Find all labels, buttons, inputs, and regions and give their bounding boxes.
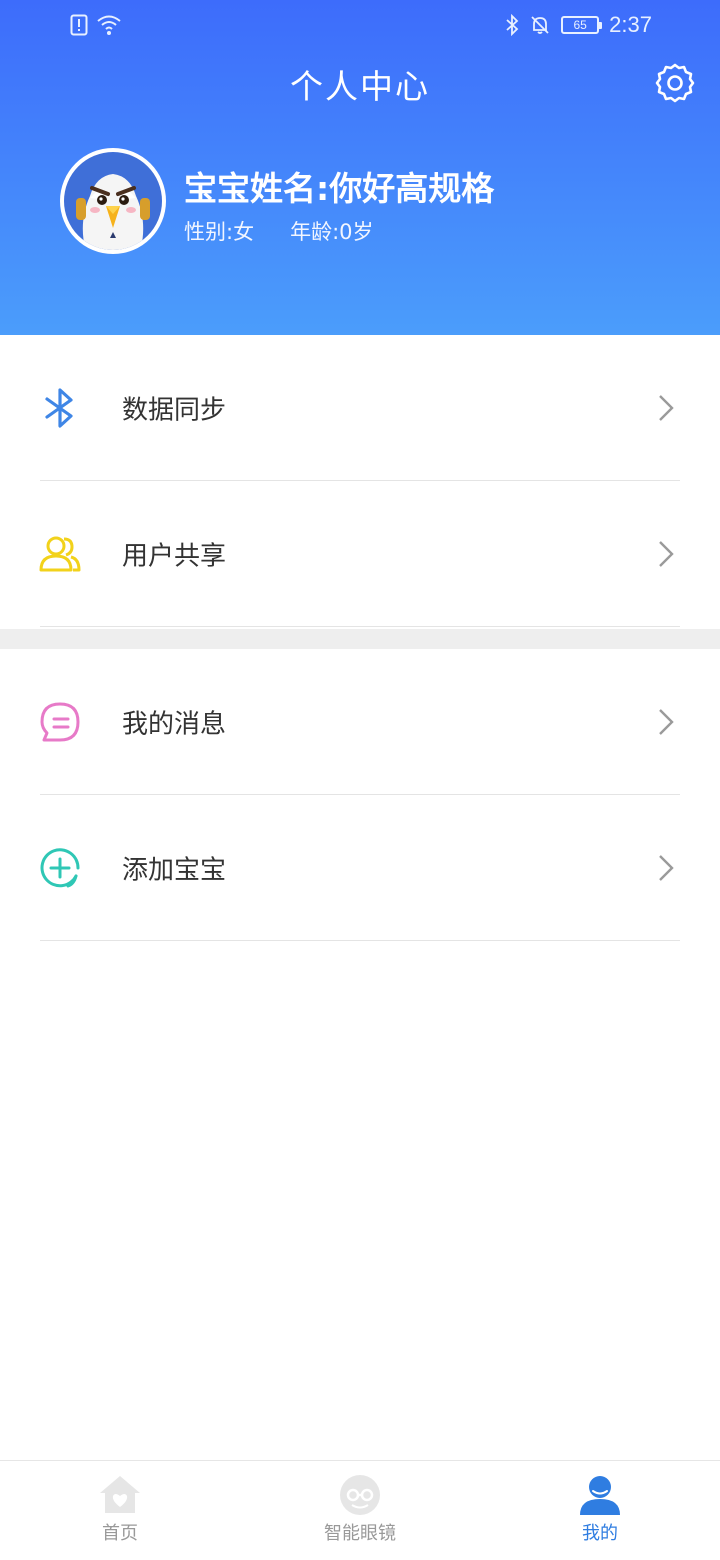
baby-age: 年龄:0岁 bbox=[290, 220, 374, 244]
menu-label-add-baby: 添加宝宝 bbox=[122, 855, 227, 886]
tab-label-home: 首页 bbox=[102, 1523, 138, 1544]
tab-mine[interactable]: 我的 bbox=[480, 1461, 720, 1560]
sim-alert-icon bbox=[70, 14, 88, 36]
profile-screen: 65 2:37 个人中心 宝宝姓名:你好高规格 性别:女 年龄:0岁 数据同步 … bbox=[0, 0, 720, 1560]
glasses-icon bbox=[340, 1475, 380, 1515]
gear-icon[interactable] bbox=[654, 62, 696, 104]
users-icon bbox=[39, 536, 81, 572]
status-bar: 65 2:37 bbox=[0, 0, 720, 56]
section-separator bbox=[0, 629, 720, 649]
baby-meta: 性别:女 年龄:0岁 bbox=[184, 216, 374, 246]
battery-icon: 65 bbox=[561, 16, 603, 34]
baby-gender: 性别:女 bbox=[184, 220, 255, 244]
home-icon bbox=[100, 1476, 140, 1513]
chevron-right-icon bbox=[659, 855, 674, 881]
menu-label-data-sync: 数据同步 bbox=[122, 395, 227, 426]
avatar[interactable] bbox=[60, 148, 166, 254]
menu-item-user-share[interactable]: 用户共享 bbox=[0, 481, 720, 627]
chevron-right-icon bbox=[659, 709, 674, 735]
chevron-right-icon bbox=[659, 395, 674, 421]
baby-name: 宝宝姓名:你好高规格 bbox=[184, 169, 495, 208]
bluetooth-icon bbox=[506, 14, 519, 36]
bell-off-icon bbox=[531, 16, 549, 34]
menu-item-data-sync[interactable]: 数据同步 bbox=[0, 335, 720, 481]
menu-item-add-baby[interactable]: 添加宝宝 bbox=[0, 795, 720, 941]
tab-label-mine: 我的 bbox=[582, 1523, 618, 1544]
menu-group-device: 数据同步 用户共享 bbox=[0, 335, 720, 627]
divider bbox=[40, 940, 680, 941]
divider bbox=[40, 626, 680, 627]
menu-label-user-share: 用户共享 bbox=[122, 541, 227, 572]
wifi-icon bbox=[97, 15, 121, 35]
menu-group-account: 我的消息 添加宝宝 bbox=[0, 649, 720, 941]
status-time: 2:37 bbox=[609, 12, 652, 37]
menu-item-my-messages[interactable]: 我的消息 bbox=[0, 649, 720, 795]
profile-icon bbox=[580, 1476, 620, 1515]
profile-header: 65 2:37 个人中心 宝宝姓名:你好高规格 性别:女 年龄:0岁 bbox=[0, 0, 720, 335]
message-icon bbox=[40, 702, 80, 742]
page-title: 个人中心 bbox=[290, 67, 430, 106]
tab-label-smart-glasses: 智能眼镜 bbox=[324, 1523, 396, 1544]
menu-label-my-messages: 我的消息 bbox=[122, 709, 227, 740]
battery-level: 65 bbox=[573, 18, 587, 32]
bottom-tab-bar: 首页 智能眼镜 我的 bbox=[0, 1460, 720, 1560]
bluetooth-icon bbox=[45, 388, 73, 428]
tab-home[interactable]: 首页 bbox=[0, 1461, 240, 1560]
add-circle-icon bbox=[40, 848, 80, 888]
chevron-right-icon bbox=[659, 541, 674, 567]
eagle-avatar-icon bbox=[64, 152, 162, 250]
tab-smart-glasses[interactable]: 智能眼镜 bbox=[240, 1461, 480, 1560]
